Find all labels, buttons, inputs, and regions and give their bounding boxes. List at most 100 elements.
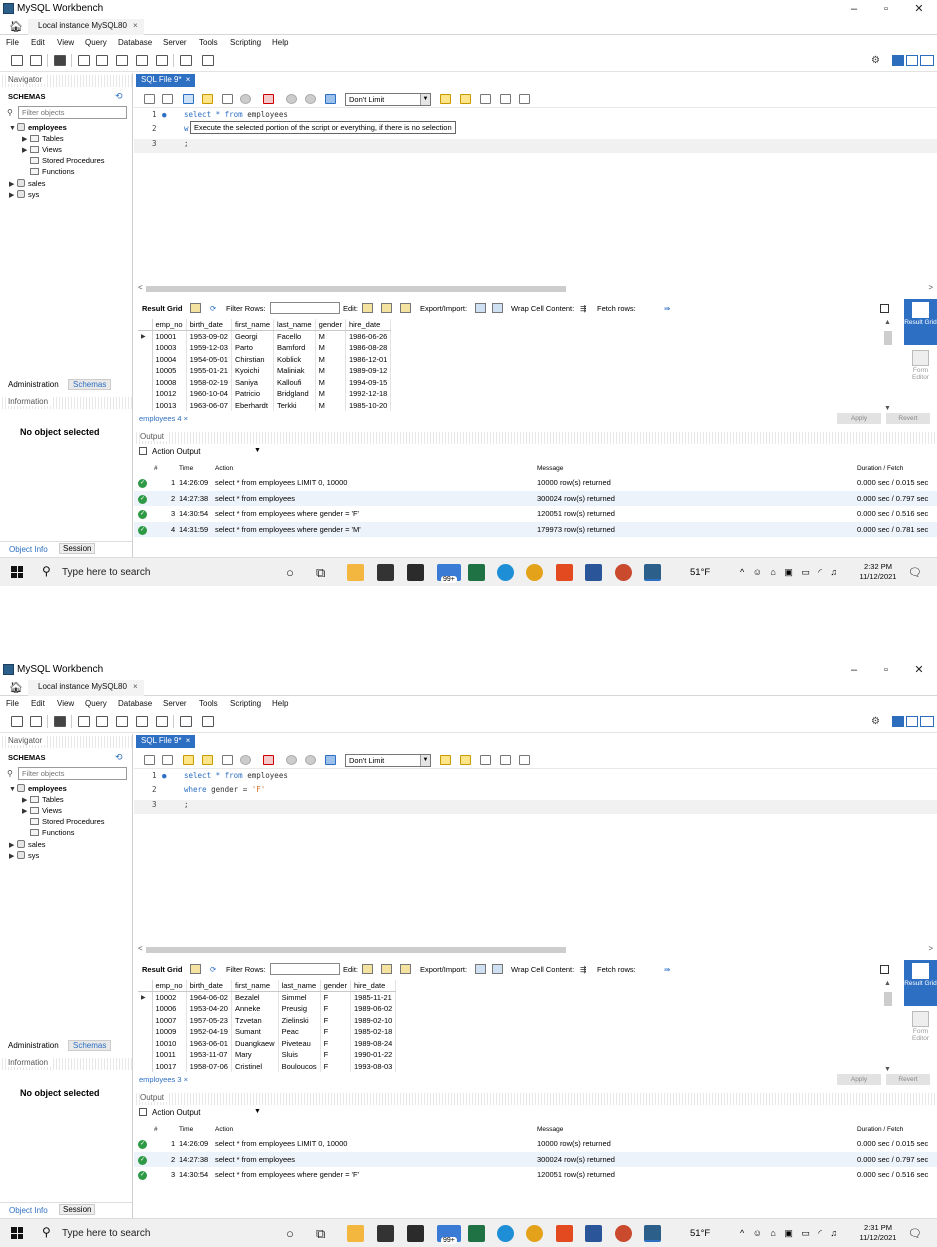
execute-statement-icon[interactable] — [202, 94, 213, 104]
table-cell[interactable]: Koblick — [273, 353, 316, 365]
row-selector[interactable] — [138, 1037, 153, 1049]
taskbar-clock[interactable]: 2:31 PM 11/12/2021 — [856, 1223, 900, 1243]
filter-rows-input[interactable] — [270, 963, 340, 975]
home-icon[interactable]: 🏠︎ — [9, 20, 23, 33]
table-cell[interactable]: 1986-12-01 — [345, 353, 392, 365]
autocommit-icon[interactable] — [325, 755, 336, 765]
result-grid[interactable]: emp_no birth_date first_name last_name g… — [138, 980, 884, 1073]
filter-objects-input[interactable] — [18, 106, 127, 119]
tab-object-info[interactable]: Object Info — [9, 1206, 48, 1215]
excel-icon[interactable] — [468, 564, 485, 581]
table-cell[interactable]: Terkki — [273, 399, 316, 411]
export-icon[interactable] — [475, 964, 486, 974]
add-row-icon[interactable] — [381, 964, 392, 974]
explain-icon[interactable] — [222, 94, 233, 104]
menu-edit[interactable]: Edit — [31, 38, 45, 47]
office-icon[interactable] — [556, 1225, 573, 1242]
tree-item-sys[interactable]: ▶ sys — [9, 190, 39, 199]
table-cell[interactable]: 1989-02-10 — [350, 1014, 397, 1026]
close-icon[interactable]: × — [186, 736, 191, 745]
taskbar-clock[interactable]: 2:32 PM 11/12/2021 — [856, 562, 900, 582]
wrap-icon[interactable]: ⇶ — [580, 965, 586, 974]
close-icon[interactable]: × — [184, 414, 188, 423]
edge-icon[interactable] — [497, 564, 514, 581]
table-cell[interactable]: Bridgland — [273, 388, 316, 400]
word-icon[interactable] — [585, 564, 602, 581]
connection-tab[interactable]: Local instance MySQL80 × — [28, 680, 144, 696]
stop-icon[interactable] — [240, 94, 251, 104]
column-header[interactable]: first_name — [231, 980, 279, 992]
execute-icon[interactable] — [183, 94, 194, 104]
close-window-button[interactable]: ✕ — [912, 665, 926, 676]
column-header[interactable]: last_name — [278, 980, 321, 992]
table-cell[interactable]: 1963-06-01 — [186, 1037, 232, 1049]
menu-server[interactable]: Server — [163, 699, 187, 708]
table-row[interactable]: 10006 1953-04-20 Anneke Preusig F 1989-06-02 — [138, 1003, 397, 1015]
menu-view[interactable]: View — [57, 38, 74, 47]
save-icon[interactable] — [162, 755, 173, 765]
chrome-icon[interactable] — [526, 1225, 543, 1242]
beautify-icon[interactable] — [440, 755, 451, 765]
refresh-icon[interactable]: ⟳ — [210, 965, 216, 974]
reconnect-icon[interactable] — [202, 55, 214, 66]
table-cell[interactable]: F — [320, 1003, 351, 1015]
result-grid-panel-button[interactable]: Result Grid — [904, 299, 937, 345]
output-row[interactable]: ✓ 2 14:27:38 select * from employees 300024 … — [134, 1151, 937, 1167]
menu-file[interactable]: File — [6, 38, 19, 47]
execute-statement-icon[interactable] — [202, 755, 213, 765]
create-function-icon[interactable] — [156, 55, 168, 66]
output-row[interactable]: ✓ 2 14:27:38 select * from employees 300024 … — [134, 490, 937, 506]
table-cell[interactable]: 1958-02-19 — [186, 376, 232, 388]
mysql-workbench-taskbar-icon[interactable] — [644, 1225, 661, 1242]
editor-horizontal-scrollbar[interactable]: < > — [138, 283, 933, 293]
app-icon[interactable] — [407, 564, 424, 581]
taskbar-search[interactable]: Type here to search — [62, 567, 150, 578]
table-cell[interactable]: 10003 — [152, 342, 187, 354]
stop-icon[interactable] — [240, 755, 251, 765]
notifications-icon[interactable]: 🗨︎ — [908, 1227, 922, 1240]
reconnect-icon[interactable] — [202, 716, 214, 727]
find-replace-icon[interactable] — [460, 755, 471, 765]
search-table-data-icon[interactable] — [180, 716, 192, 727]
table-cell[interactable]: F — [320, 1014, 351, 1026]
office-icon[interactable] — [556, 564, 573, 581]
table-cell[interactable]: 1959-12-03 — [186, 342, 232, 354]
find-replace-icon[interactable] — [460, 94, 471, 104]
table-cell[interactable]: Simmel — [278, 991, 321, 1003]
table-cell[interactable]: Bouloucos — [278, 1060, 321, 1072]
table-cell[interactable]: F — [320, 1049, 351, 1061]
tab-schemas[interactable]: Schemas — [68, 1040, 112, 1051]
toggle-secondary-sidebar-icon[interactable] — [920, 716, 934, 727]
table-cell[interactable]: 1985-11-21 — [350, 991, 397, 1003]
open-file-icon[interactable] — [144, 94, 155, 104]
word-icon[interactable] — [585, 1225, 602, 1242]
table-cell[interactable]: 10012 — [152, 388, 187, 400]
table-cell[interactable]: 10011 — [152, 1049, 187, 1061]
table-cell[interactable]: 1953-11-07 — [186, 1049, 232, 1061]
rollback-icon[interactable] — [305, 755, 316, 765]
wrap-icon[interactable]: ⇶ — [580, 304, 586, 313]
table-cell[interactable]: Chirstian — [231, 353, 275, 365]
filter-rows-input[interactable] — [270, 302, 340, 314]
row-selector[interactable]: ▶ — [138, 991, 153, 1003]
delete-row-icon[interactable] — [400, 303, 411, 313]
inspector-icon[interactable] — [54, 55, 66, 66]
table-cell[interactable]: 10007 — [152, 1014, 187, 1026]
menu-file[interactable]: File — [6, 699, 19, 708]
create-schema-icon[interactable] — [78, 55, 90, 66]
row-selector[interactable] — [138, 342, 153, 354]
sql-editor[interactable]: 1 ● select * from employees 2w 3; Execute … — [134, 109, 937, 287]
output-type-select[interactable]: Action Output ▼ — [139, 447, 261, 456]
row-selector[interactable]: ▶ — [138, 330, 153, 342]
output-row[interactable]: ✓ 4 14:31:59 select * from employees where … — [134, 521, 937, 537]
file-explorer-icon[interactable] — [347, 564, 364, 581]
table-cell[interactable]: 1989-09-12 — [345, 365, 392, 377]
result-grid-panel-button[interactable]: Result Grid — [904, 960, 937, 1006]
limit-rows-select[interactable]: Don't Limit ▼ — [345, 754, 431, 767]
browser-icon[interactable] — [615, 1225, 632, 1242]
close-window-button[interactable]: ✕ — [912, 4, 926, 15]
search-icon[interactable]: ⚲ — [42, 1225, 51, 1239]
task-view-icon[interactable]: ⧉ — [316, 1226, 325, 1242]
rollback-icon[interactable] — [305, 94, 316, 104]
table-cell[interactable]: Maliniak — [273, 365, 316, 377]
